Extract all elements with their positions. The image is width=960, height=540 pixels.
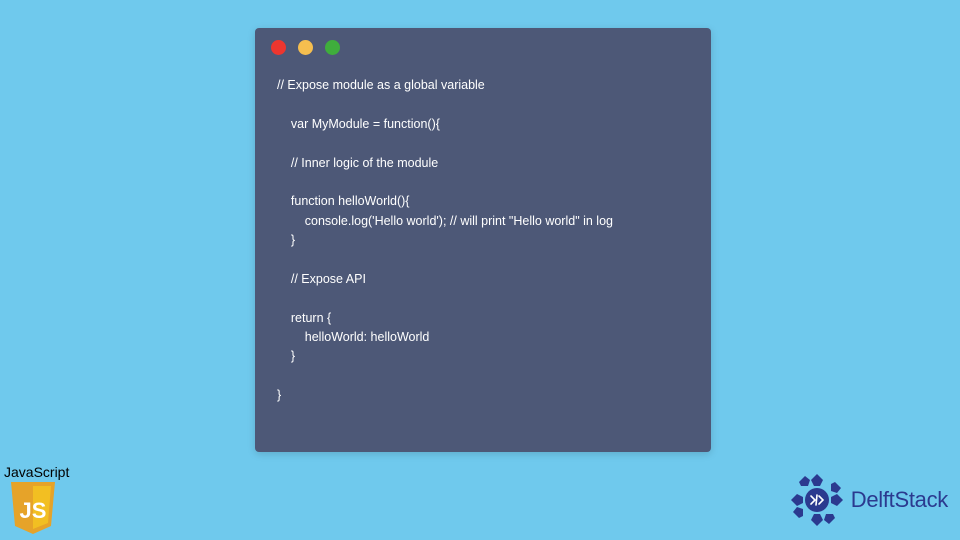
javascript-badge: JavaScript JS bbox=[3, 464, 69, 534]
shield-text: JS bbox=[20, 498, 47, 523]
minimize-icon[interactable] bbox=[298, 40, 313, 55]
window-titlebar bbox=[255, 28, 711, 66]
javascript-shield-icon: JS bbox=[9, 482, 57, 534]
delftstack-emblem-icon bbox=[789, 472, 845, 528]
javascript-label: JavaScript bbox=[4, 464, 69, 480]
maximize-icon[interactable] bbox=[325, 40, 340, 55]
delftstack-logo: DelftStack bbox=[789, 472, 948, 528]
close-icon[interactable] bbox=[271, 40, 286, 55]
delftstack-name: DelftStack bbox=[851, 487, 948, 513]
code-window: // Expose module as a global variable va… bbox=[255, 28, 711, 452]
code-content: // Expose module as a global variable va… bbox=[255, 66, 711, 405]
